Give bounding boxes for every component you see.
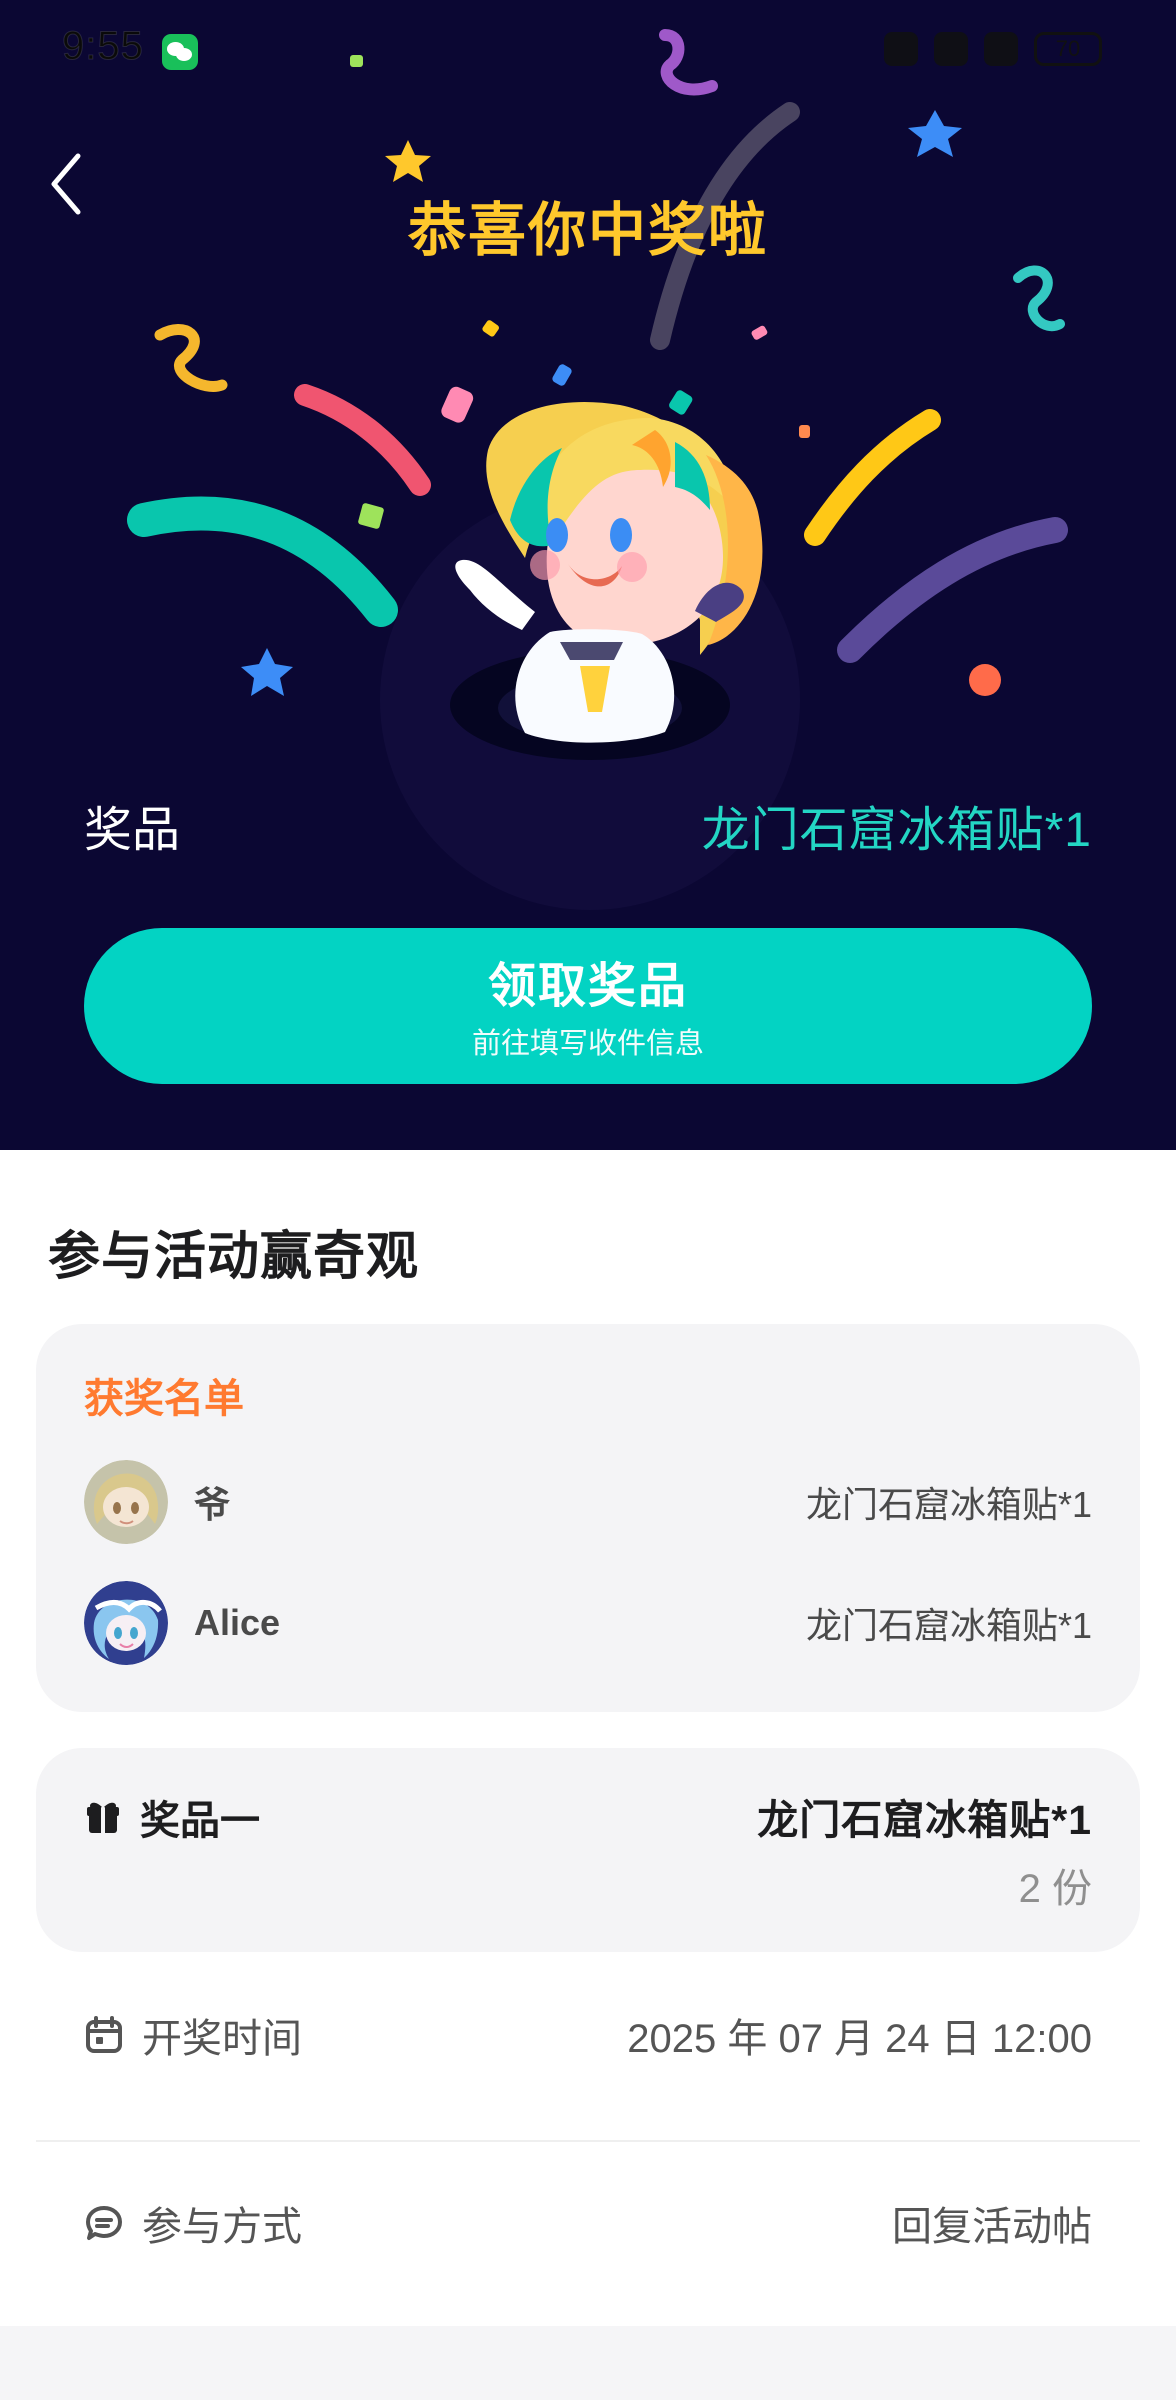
draw-time-label-text: 开奖时间: [142, 2017, 302, 2061]
prize-card-value: 龙门石窟冰箱贴*1: [757, 1797, 1092, 1843]
claim-prize-button[interactable]: 领取奖品 前往填写收件信息: [84, 928, 1092, 1084]
claim-prize-title: 领取奖品: [487, 960, 688, 1013]
avatar[interactable]: [84, 1581, 168, 1665]
prize-hero: 9:55 70 恭喜你中奖啦 奖品 龙门石窟冰箱贴*1 领取奖品 前往填写收件信…: [0, 0, 1176, 1150]
status-indicators: 70: [884, 28, 1102, 70]
winner-row[interactable]: Alice 龙门石窟冰箱贴*1: [84, 1581, 1092, 1665]
winner-prize: 龙门石窟冰箱贴*1: [805, 1484, 1092, 1525]
draw-time-label: 开奖时间: [84, 2006, 302, 2064]
wechat-icon: [162, 34, 198, 70]
winner-list-card: 获奖名单 爷 龙门石窟冰箱贴*1 Alice 龙门石窟冰箱贴*1: [36, 1324, 1140, 1712]
activity-details: 参与活动赢奇观 获奖名单 爷 龙门石窟冰箱贴*1 Alice 龙门石窟冰箱贴*1…: [0, 1150, 1176, 2400]
winner-identity: 爷: [84, 1460, 230, 1544]
claim-prize-subtitle: 前往填写收件信息: [471, 1028, 704, 1060]
prize-label: 奖品: [84, 804, 181, 857]
winner-prize: 龙门石窟冰箱贴*1: [805, 1605, 1092, 1646]
participation-row[interactable]: 参与方式 回复活动帖: [84, 2188, 1092, 2258]
avatar[interactable]: [84, 1460, 168, 1544]
wifi-icon: [934, 32, 968, 66]
winner-name: 爷: [194, 1484, 231, 1525]
signal-icon: [984, 32, 1018, 66]
prize-card-label-text: 奖品一: [140, 1799, 260, 1843]
section-title: 参与活动赢奇观: [48, 1228, 420, 1286]
status-time: 9:55: [62, 24, 144, 69]
participation-value: 回复活动帖: [892, 2205, 1092, 2249]
winner-row[interactable]: 爷 龙门石窟冰箱贴*1: [84, 1460, 1092, 1544]
prize-value: 龙门石窟冰箱贴*1: [701, 804, 1092, 857]
draw-time-row: 开奖时间 2025 年 07 月 24 日 12:00: [84, 2000, 1092, 2070]
draw-time-value: 2025 年 07 月 24 日 12:00: [627, 2017, 1092, 2061]
status-bar: 9:55 70: [0, 0, 1176, 100]
mute-icon: [884, 32, 918, 66]
battery-icon: 70: [1034, 32, 1102, 66]
hero-title: 恭喜你中奖啦: [407, 198, 768, 263]
gift-icon: [87, 1802, 119, 1833]
prize-card: 奖品一 龙门石窟冰箱贴*1 2 份: [36, 1748, 1140, 1952]
section-divider: [36, 2140, 1140, 2142]
bottom-spacing: [0, 2326, 1176, 2400]
user-avatar-image: [84, 1460, 168, 1544]
prize-card-label: 奖品一: [84, 1788, 260, 1846]
comment-icon: [86, 2206, 122, 2240]
participation-label-text: 参与方式: [142, 2205, 302, 2249]
user-avatar-image: [84, 1581, 168, 1665]
winner-identity: Alice: [84, 1581, 280, 1665]
prize-summary: 奖品 龙门石窟冰箱贴*1: [84, 790, 1092, 860]
calendar-icon: [86, 2016, 122, 2053]
participation-label: 参与方式: [84, 2194, 302, 2252]
winner-name: Alice: [194, 1602, 281, 1643]
prize-count: 2 份: [1018, 1867, 1092, 1911]
winner-list-title: 获奖名单: [84, 1377, 244, 1421]
